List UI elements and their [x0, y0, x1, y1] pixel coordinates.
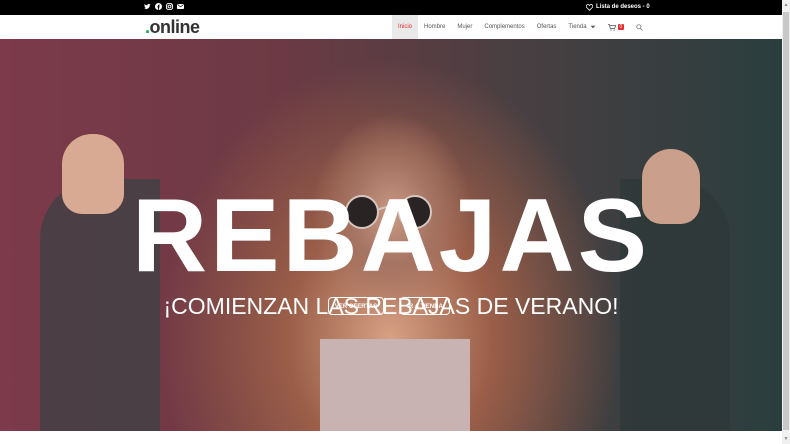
- cart-icon: [607, 23, 616, 31]
- page-content-start: [0, 431, 782, 444]
- logo-text: online: [149, 17, 201, 37]
- scroll-up-arrow-icon[interactable]: ▲: [783, 2, 789, 8]
- cart-button[interactable]: 0: [602, 15, 631, 39]
- hero-subtitle: ¡COMIENZAN LAS REBAJAS DE VERANO!: [163, 293, 619, 319]
- site-logo[interactable]: .online: [145, 16, 200, 38]
- instagram-icon[interactable]: [166, 3, 173, 10]
- scrollbar[interactable]: ▲ ▼: [782, 0, 790, 444]
- nav-item-inicio[interactable]: Inicio: [392, 15, 419, 39]
- cart-count-badge: 0: [617, 24, 625, 30]
- search-button[interactable]: [630, 15, 649, 39]
- email-icon[interactable]: [177, 3, 184, 10]
- hero-title: REBAJAS: [132, 178, 650, 294]
- facebook-icon[interactable]: [155, 3, 162, 10]
- nav-item-tienda[interactable]: Tienda: [562, 15, 601, 39]
- wishlist-label: Lista de deseos - 0: [596, 4, 650, 10]
- heart-icon: [586, 3, 593, 11]
- top-bar: Lista de deseos - 0: [0, 0, 782, 15]
- ver-ofertas-button[interactable]: VER OFERTAS: [328, 297, 384, 315]
- nav-item-complementos[interactable]: Complementos: [478, 15, 530, 39]
- caret-down-icon: [590, 25, 595, 29]
- nav-item-tienda-label: Tienda: [568, 24, 587, 30]
- hero-banner: REBAJAS ¡COMIENZAN LAS REBAJAS DE VERANO…: [0, 39, 782, 431]
- wishlist-link[interactable]: Lista de deseos - 0: [586, 3, 650, 11]
- ir-a-tienda-button[interactable]: IR A TIENDA: [400, 297, 450, 315]
- site-header: .online Inicio Hombre Mujer Complementos…: [0, 15, 782, 40]
- search-icon: [636, 23, 644, 31]
- scroll-down-arrow-icon[interactable]: ▼: [783, 436, 789, 442]
- scrollbar-thumb[interactable]: [783, 12, 789, 430]
- social-links: [144, 3, 184, 10]
- hero-image-shirt: [320, 339, 470, 431]
- nav-item-mujer[interactable]: Mujer: [451, 15, 478, 39]
- nav-item-ofertas[interactable]: Ofertas: [531, 15, 563, 39]
- twitter-icon[interactable]: [144, 3, 151, 10]
- nav-item-hombre[interactable]: Hombre: [418, 15, 451, 39]
- main-nav: Inicio Hombre Mujer Complementos Ofertas…: [392, 15, 649, 39]
